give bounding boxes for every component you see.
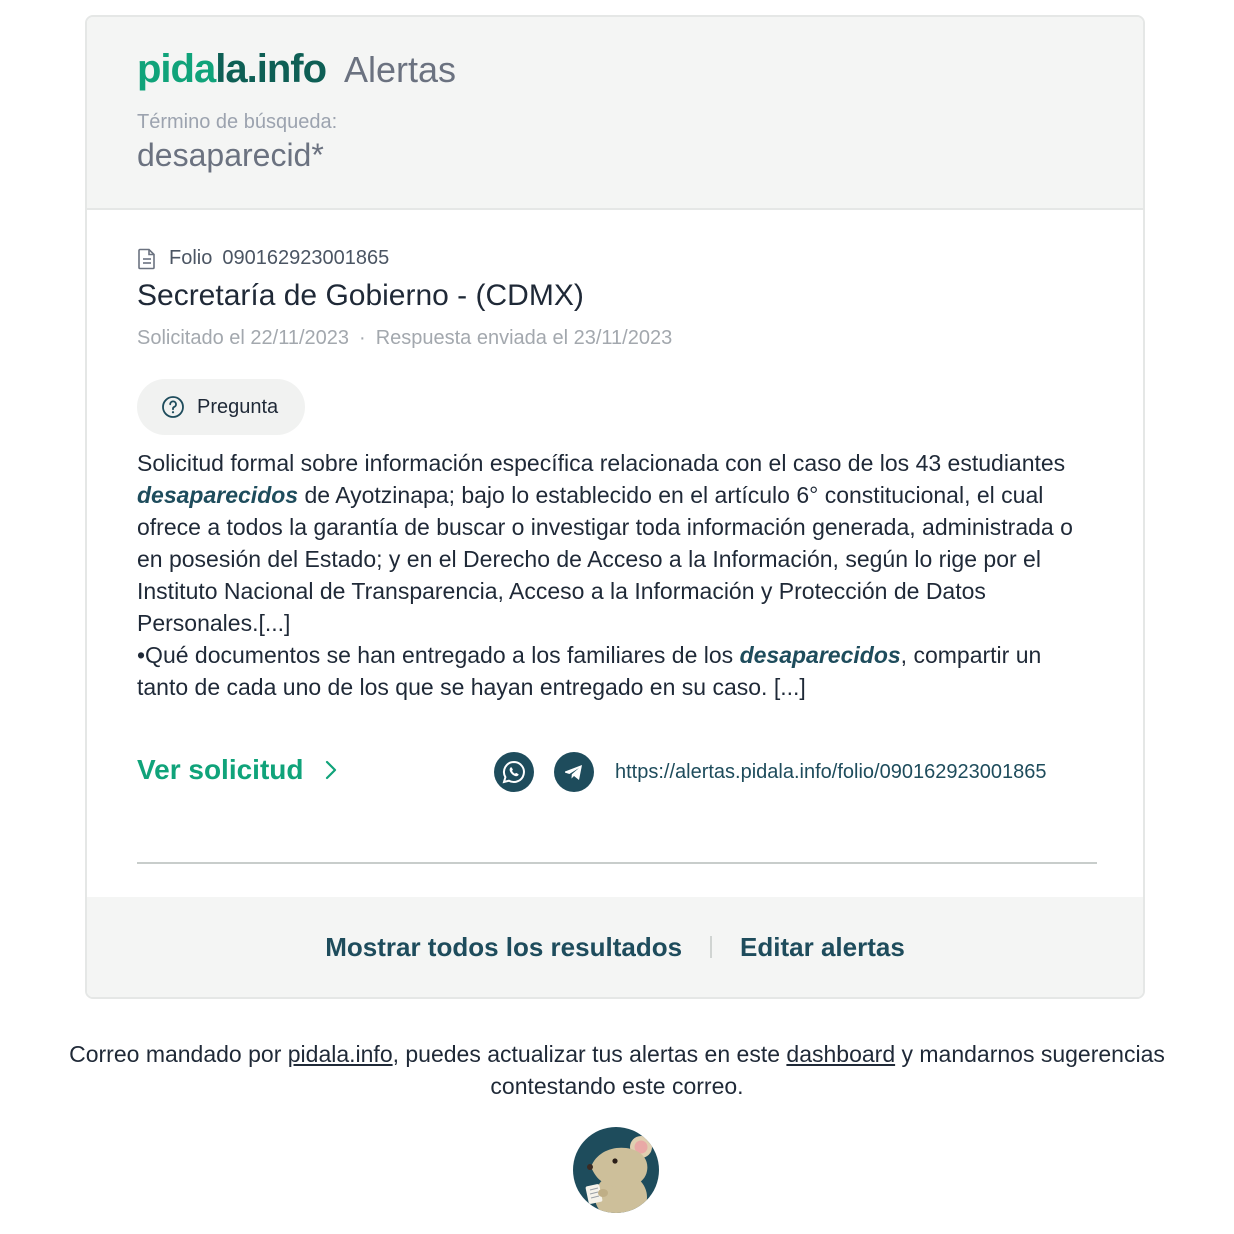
alert-card: pidala.info Alertas Término de búsqueda:…: [85, 15, 1145, 999]
search-term-label: Término de búsqueda:: [137, 111, 338, 133]
question-tag: Pregunta: [137, 379, 305, 435]
folio-number: 090162923001865: [222, 247, 390, 269]
whatsapp-icon: [502, 760, 525, 784]
footer-separator: [710, 936, 713, 958]
chevron-right-icon: [325, 760, 336, 780]
dashboard-link[interactable]: dashboard: [786, 1041, 895, 1067]
search-term-value: desaparecid*: [137, 137, 324, 173]
section-divider: [137, 862, 1097, 864]
card-header: pidala.info Alertas Término de búsqueda:…: [87, 17, 1143, 210]
email-footer-note: Correo mandado por pidala.info, puedes a…: [60, 1038, 1174, 1102]
agency-title: Secretaría de Gobierno - (CDMX): [137, 279, 584, 312]
share-url[interactable]: https://alertas.pidala.info/folio/090162…: [615, 761, 1046, 784]
excerpt-text: Solicitud formal sobre información espec…: [137, 450, 1066, 476]
excerpt-text: •Qué documentos se han entregado a los f…: [137, 642, 740, 668]
note-text: Correo mandado por: [69, 1041, 288, 1067]
view-request-link[interactable]: Ver solicitud: [137, 754, 338, 786]
edit-alerts-link[interactable]: Editar alertas: [740, 932, 905, 963]
folio-line: Folio 090162923001865: [137, 247, 389, 270]
whatsapp-share-button[interactable]: [494, 752, 534, 792]
view-request-label: Ver solicitud: [137, 754, 304, 785]
telegram-icon: [565, 765, 582, 780]
brand-logo-suffix: la.info: [215, 47, 327, 91]
requested-date: Solicitado el 22/11/2023: [137, 327, 350, 349]
card-footer: Mostrar todos los resultados Editar aler…: [87, 897, 1143, 997]
document-icon: [138, 248, 155, 269]
excerpt-paragraph-1: Solicitud formal sobre información espec…: [137, 447, 1097, 639]
date-separator: ·: [359, 327, 366, 349]
request-dates: Solicitado el 22/11/2023 · Respuesta envia…: [137, 327, 672, 350]
question-tag-label: Pregunta: [197, 395, 279, 418]
rat-mascot-icon: [573, 1127, 659, 1213]
telegram-share-button[interactable]: [554, 752, 594, 792]
brand-logo[interactable]: pidala.info: [137, 47, 327, 92]
highlighted-term: desaparecidos: [739, 642, 901, 668]
folio-label: Folio: [169, 247, 213, 269]
result-actions: Ver solicitud https://alertas.pidala.inf…: [137, 752, 1097, 796]
request-excerpt: Solicitud formal sobre información espec…: [137, 447, 1097, 703]
brand-logo-prefix: pida: [137, 47, 216, 91]
pidala-link[interactable]: pidala.info: [288, 1041, 393, 1067]
answered-date: Respuesta enviada el 23/11/2023: [375, 327, 673, 349]
highlighted-term: desaparecidos: [137, 482, 299, 508]
excerpt-paragraph-2: •Qué documentos se han entregado a los f…: [137, 639, 1097, 703]
show-all-results-link[interactable]: Mostrar todos los resultados: [325, 932, 682, 963]
note-text: , puedes actualizar tus alertas en este: [392, 1041, 787, 1067]
section-title: Alertas: [344, 49, 457, 90]
brand: pidala.info Alertas: [137, 47, 456, 92]
question-circle-icon: [162, 396, 184, 418]
